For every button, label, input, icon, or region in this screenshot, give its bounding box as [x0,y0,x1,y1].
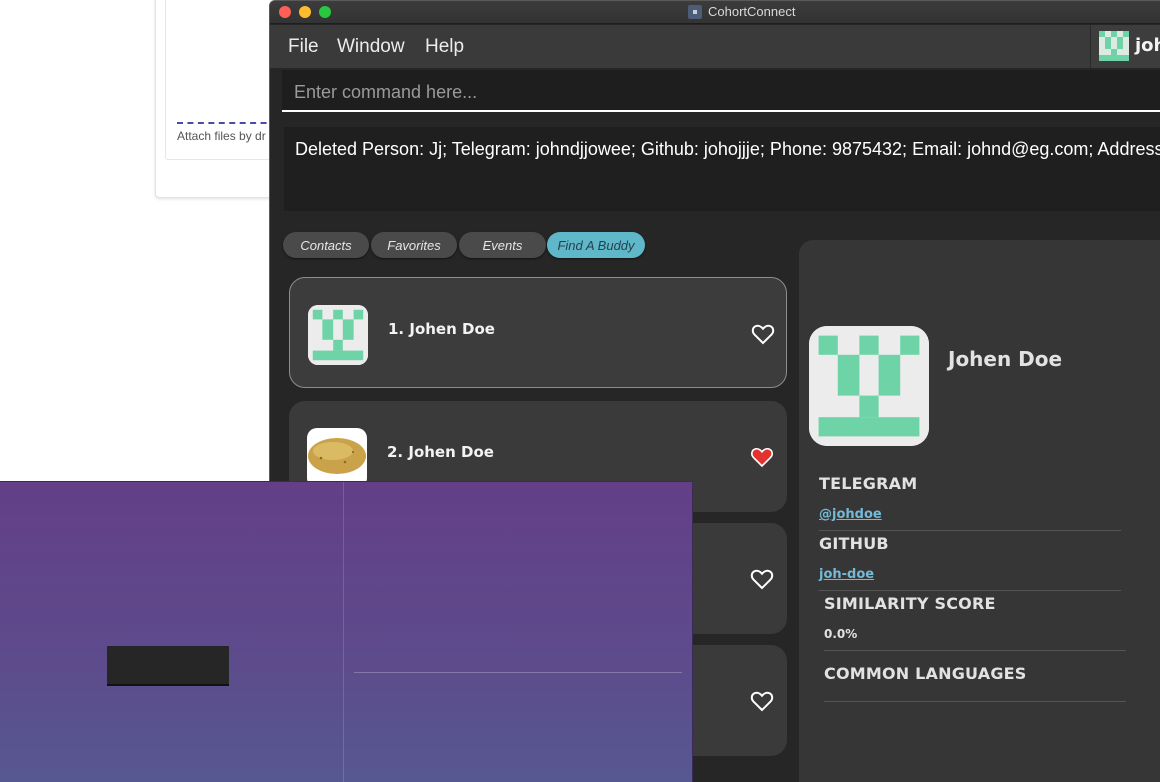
window-title-text: CohortConnect [708,4,796,19]
minimize-window-button[interactable] [299,6,311,18]
dark-button[interactable] [107,646,229,686]
command-input[interactable]: Enter command here... [294,82,477,103]
user-avatar [1099,31,1129,61]
close-window-button[interactable] [279,6,291,18]
screen: Attach files by dr CohortConnect File Wi… [0,0,1160,782]
heart-outline-icon[interactable] [750,690,774,712]
divider [819,530,1121,531]
similarity-score-label: SIMILARITY SCORE [824,594,996,613]
similarity-score-value: 0.0% [824,627,858,641]
heart-filled-icon[interactable] [750,446,774,468]
identicon-icon [809,326,929,446]
tab-contacts[interactable]: Contacts [283,232,369,258]
avatar [307,428,367,488]
telegram-link[interactable]: @johdoe [819,507,882,522]
menu-bar: File Window Help [270,25,1160,68]
person-name: 1. Johen Doe [388,320,495,338]
detail-avatar [809,326,929,446]
divider [824,701,1126,702]
tab-favorites[interactable]: Favorites [371,232,457,258]
maximize-window-button[interactable] [319,6,331,18]
identicon-icon [1099,31,1129,61]
common-languages-label: COMMON LANGUAGES [824,664,1027,683]
background-dropzone-border [177,122,277,124]
window-title: CohortConnect [688,4,795,19]
menu-window[interactable]: Window [337,36,405,58]
github-label: GITHUB [819,534,889,553]
result-text: Deleted Person: Jj; Telegram: johndjjowe… [295,139,1160,159]
result-display: Deleted Person: Jj; Telegram: johndjjowe… [284,127,1160,211]
divider [819,590,1121,591]
person-name: 2. Johen Doe [387,443,494,461]
divider [824,650,1126,651]
command-box[interactable]: Enter command here... [282,70,1160,112]
pane-divider[interactable] [343,482,344,782]
potato-icon [308,438,366,474]
app-icon [688,4,702,19]
person-card[interactable]: 1. Johen Doe [289,277,787,388]
overlapping-window [0,481,693,782]
heart-outline-icon[interactable] [750,568,774,590]
avatar [308,305,368,365]
telegram-label: TELEGRAM [819,474,918,493]
heart-outline-icon[interactable] [751,323,775,345]
menu-file[interactable]: File [288,36,319,58]
tab-events[interactable]: Events [459,232,546,258]
identicon-icon [308,305,368,365]
tab-find-a-buddy[interactable]: Find A Buddy [547,232,645,258]
user-name: john [1135,35,1160,56]
detail-name: Johen Doe [948,347,1063,371]
person-detail-panel: Johen Doe TELEGRAM @johdoe GITHUB joh-do… [799,240,1160,782]
attach-files-text: Attach files by dr [177,129,266,143]
user-profile-badge[interactable]: john [1090,25,1160,68]
title-bar[interactable]: CohortConnect [270,1,1160,24]
menu-help[interactable]: Help [425,36,464,58]
divider [354,672,682,673]
github-link[interactable]: joh-doe [819,567,874,582]
